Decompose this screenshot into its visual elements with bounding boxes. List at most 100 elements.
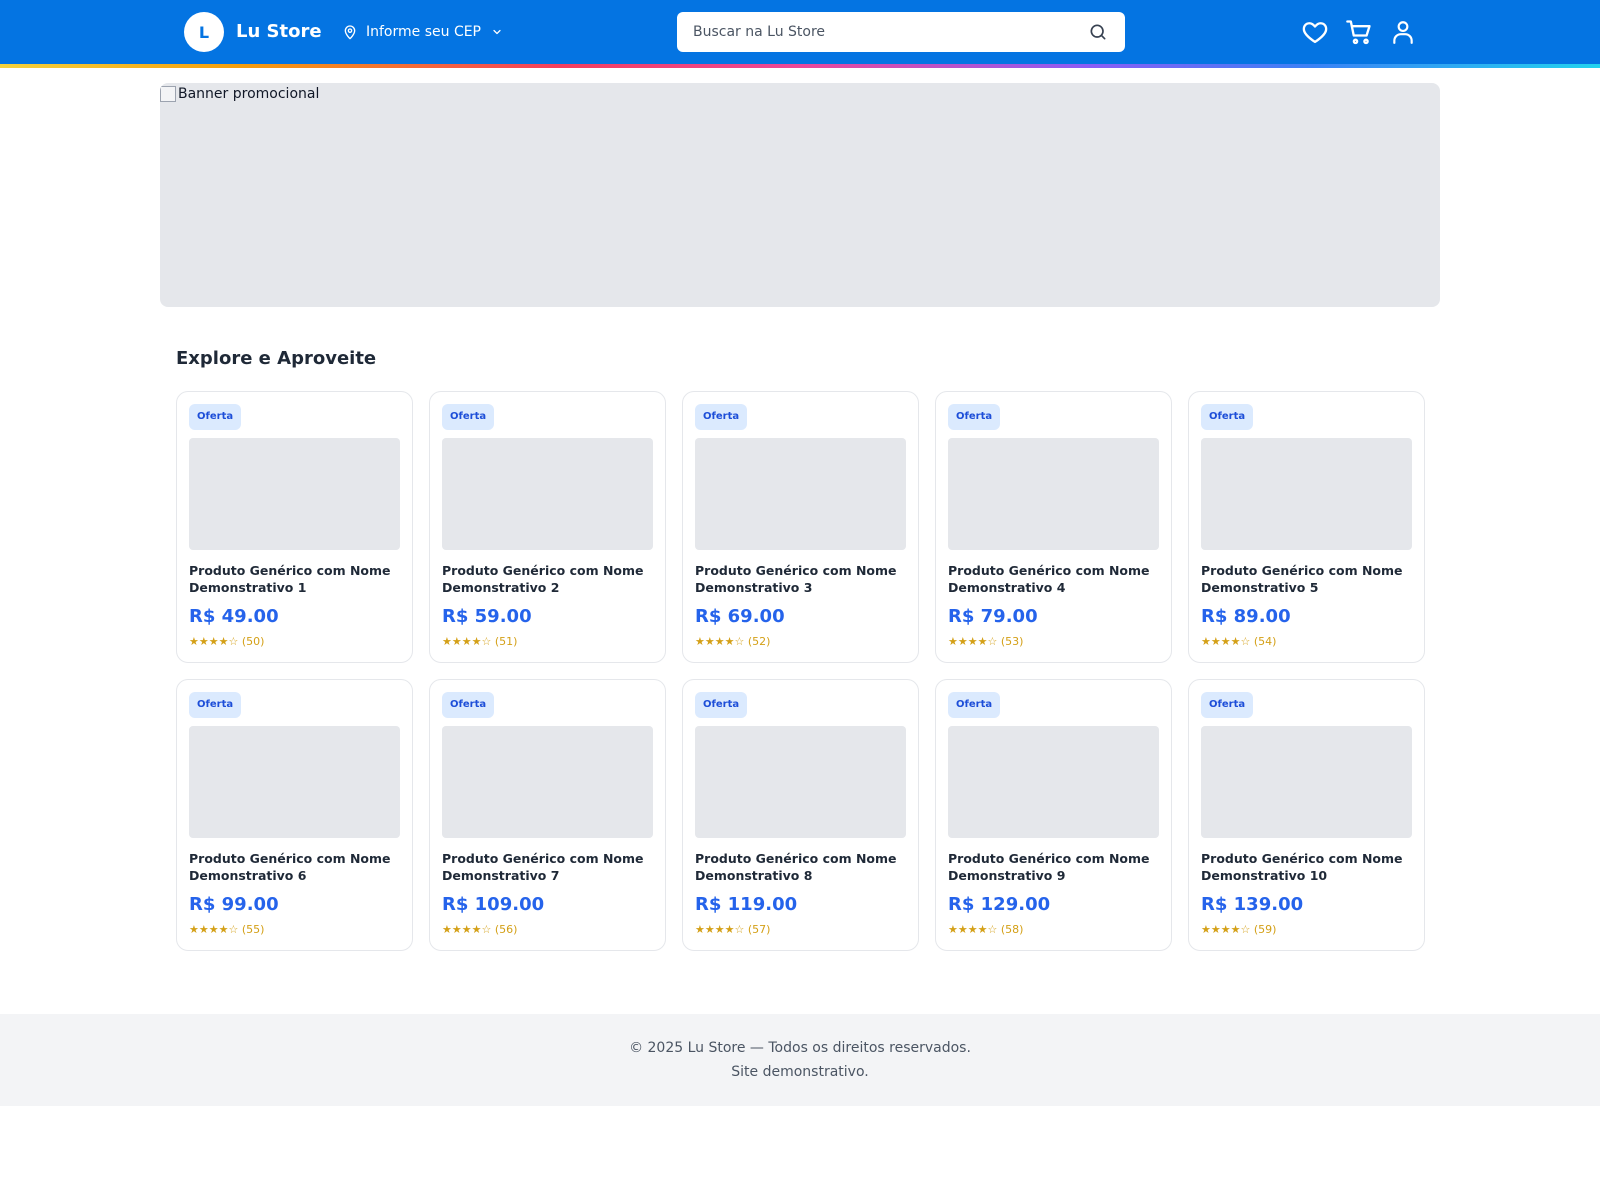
product-card[interactable]: Oferta Produto Genérico com Nome Demonstr… bbox=[682, 391, 919, 663]
product-image[interactable] bbox=[1201, 726, 1412, 838]
product-name[interactable]: Produto Genérico com Nome Demonstrativo … bbox=[442, 562, 653, 596]
review-count: (56) bbox=[494, 923, 518, 936]
review-count: (54) bbox=[1253, 635, 1277, 648]
product-rating: ★★★★☆ (58) bbox=[948, 922, 1159, 938]
brand-name[interactable]: Lu Store bbox=[236, 19, 322, 45]
review-count: (58) bbox=[1000, 923, 1024, 936]
product-card[interactable]: Oferta Produto Genérico com Nome Demonstr… bbox=[1188, 391, 1425, 663]
product-price: R$ 49.00 bbox=[189, 606, 279, 627]
user-icon bbox=[1393, 21, 1413, 44]
product-card[interactable]: Oferta Produto Genérico com Nome Demonstr… bbox=[429, 391, 666, 663]
top-header: L Lu Store Informe seu CEP bbox=[0, 0, 1600, 64]
product-grid: Oferta Produto Genérico com Nome Demonstr… bbox=[176, 391, 1425, 951]
product-card[interactable]: Oferta Produto Genérico com Nome Demonstr… bbox=[176, 391, 413, 663]
search-input[interactable] bbox=[693, 24, 1087, 40]
product-image[interactable] bbox=[442, 438, 653, 550]
product-name[interactable]: Produto Genérico com Nome Demonstrativo … bbox=[442, 850, 653, 884]
review-count: (57) bbox=[747, 923, 771, 936]
product-name[interactable]: Produto Genérico com Nome Demonstrativo … bbox=[1201, 850, 1412, 884]
product-card[interactable]: Oferta Produto Genérico com Nome Demonstr… bbox=[682, 679, 919, 951]
product-name[interactable]: Produto Genérico com Nome Demonstrativo … bbox=[695, 850, 906, 884]
product-price: R$ 99.00 bbox=[189, 894, 279, 915]
product-image[interactable] bbox=[948, 438, 1159, 550]
banner-alt-text: Banner promocional bbox=[178, 86, 320, 102]
offer-badge: Oferta bbox=[189, 692, 242, 718]
product-name[interactable]: Produto Genérico com Nome Demonstrativo … bbox=[948, 850, 1159, 884]
product-price: R$ 89.00 bbox=[1201, 606, 1291, 627]
rating-stars: ★★★★☆ bbox=[948, 635, 998, 648]
product-image[interactable] bbox=[695, 438, 906, 550]
offer-badge: Oferta bbox=[442, 404, 495, 430]
review-count: (55) bbox=[241, 923, 265, 936]
search-button[interactable] bbox=[1087, 21, 1109, 43]
product-image[interactable] bbox=[1201, 438, 1412, 550]
footer-copyright: © 2025 Lu Store — Todos os direitos rese… bbox=[629, 1040, 971, 1056]
banner-broken-image: Banner promocional bbox=[160, 86, 319, 102]
product-name[interactable]: Produto Genérico com Nome Demonstrativo … bbox=[189, 562, 400, 596]
offer-badge: Oferta bbox=[695, 404, 748, 430]
review-count: (52) bbox=[747, 635, 771, 648]
store-logo[interactable]: L bbox=[184, 12, 224, 52]
review-count: (51) bbox=[494, 635, 518, 648]
offer-badge: Oferta bbox=[442, 692, 495, 718]
product-rating: ★★★★☆ (57) bbox=[695, 922, 906, 938]
product-rating: ★★★★☆ (59) bbox=[1201, 922, 1412, 938]
product-image[interactable] bbox=[442, 726, 653, 838]
product-card[interactable]: Oferta Produto Genérico com Nome Demonstr… bbox=[429, 679, 666, 951]
product-rating: ★★★★☆ (54) bbox=[1201, 634, 1412, 650]
cep-selector[interactable]: Informe seu CEP bbox=[342, 20, 503, 44]
product-image[interactable] bbox=[695, 726, 906, 838]
product-rating: ★★★★☆ (56) bbox=[442, 922, 653, 938]
product-image[interactable] bbox=[189, 726, 400, 838]
heart-icon bbox=[1302, 22, 1328, 44]
search-icon bbox=[1090, 24, 1106, 40]
product-image[interactable] bbox=[948, 726, 1159, 838]
review-count: (59) bbox=[1253, 923, 1277, 936]
product-name[interactable]: Produto Genérico com Nome Demonstrativo … bbox=[1201, 562, 1412, 596]
product-rating: ★★★★☆ (50) bbox=[189, 634, 400, 650]
review-count: (53) bbox=[1000, 635, 1024, 648]
location-pin-icon bbox=[344, 25, 356, 40]
product-rating: ★★★★☆ (52) bbox=[695, 634, 906, 650]
rating-stars: ★★★★☆ bbox=[1201, 635, 1251, 648]
product-price: R$ 59.00 bbox=[442, 606, 532, 627]
offer-badge: Oferta bbox=[189, 404, 242, 430]
offer-badge: Oferta bbox=[948, 404, 1001, 430]
product-rating: ★★★★☆ (51) bbox=[442, 634, 653, 650]
offer-badge: Oferta bbox=[1201, 692, 1254, 718]
header-color-stripe bbox=[0, 64, 1600, 68]
product-card[interactable]: Oferta Produto Genérico com Nome Demonstr… bbox=[935, 391, 1172, 663]
product-card[interactable]: Oferta Produto Genérico com Nome Demonstr… bbox=[176, 679, 413, 951]
rating-stars: ★★★★☆ bbox=[442, 923, 492, 936]
rating-stars: ★★★★☆ bbox=[1201, 923, 1251, 936]
product-price: R$ 109.00 bbox=[442, 894, 545, 915]
logo-letter: L bbox=[198, 22, 210, 42]
rating-stars: ★★★★☆ bbox=[948, 923, 998, 936]
product-card[interactable]: Oferta Produto Genérico com Nome Demonstr… bbox=[935, 679, 1172, 951]
product-price: R$ 139.00 bbox=[1201, 894, 1304, 915]
cart-button[interactable] bbox=[1344, 17, 1374, 47]
offer-badge: Oferta bbox=[695, 692, 748, 718]
cep-label: Informe seu CEP bbox=[366, 24, 482, 40]
rating-stars: ★★★★☆ bbox=[189, 635, 239, 648]
wishlist-button[interactable] bbox=[1300, 17, 1330, 47]
rating-stars: ★★★★☆ bbox=[442, 635, 492, 648]
offer-badge: Oferta bbox=[1201, 404, 1254, 430]
product-price: R$ 69.00 bbox=[695, 606, 785, 627]
product-name[interactable]: Produto Genérico com Nome Demonstrativo … bbox=[189, 850, 400, 884]
chevron-down-icon bbox=[493, 29, 501, 35]
product-rating: ★★★★☆ (53) bbox=[948, 634, 1159, 650]
section-title: Explore e Aproveite bbox=[176, 348, 377, 369]
product-image[interactable] bbox=[189, 438, 400, 550]
account-button[interactable] bbox=[1388, 17, 1418, 47]
rating-stars: ★★★★☆ bbox=[189, 923, 239, 936]
product-price: R$ 119.00 bbox=[695, 894, 798, 915]
product-rating: ★★★★☆ (55) bbox=[189, 922, 400, 938]
product-name[interactable]: Produto Genérico com Nome Demonstrativo … bbox=[948, 562, 1159, 596]
product-card[interactable]: Oferta Produto Genérico com Nome Demonstr… bbox=[1188, 679, 1425, 951]
product-name[interactable]: Produto Genérico com Nome Demonstrativo … bbox=[695, 562, 906, 596]
product-price: R$ 79.00 bbox=[948, 606, 1038, 627]
promo-banner[interactable]: Banner promocional bbox=[160, 83, 1440, 307]
rating-stars: ★★★★☆ bbox=[695, 635, 745, 648]
cart-icon bbox=[1346, 20, 1371, 45]
